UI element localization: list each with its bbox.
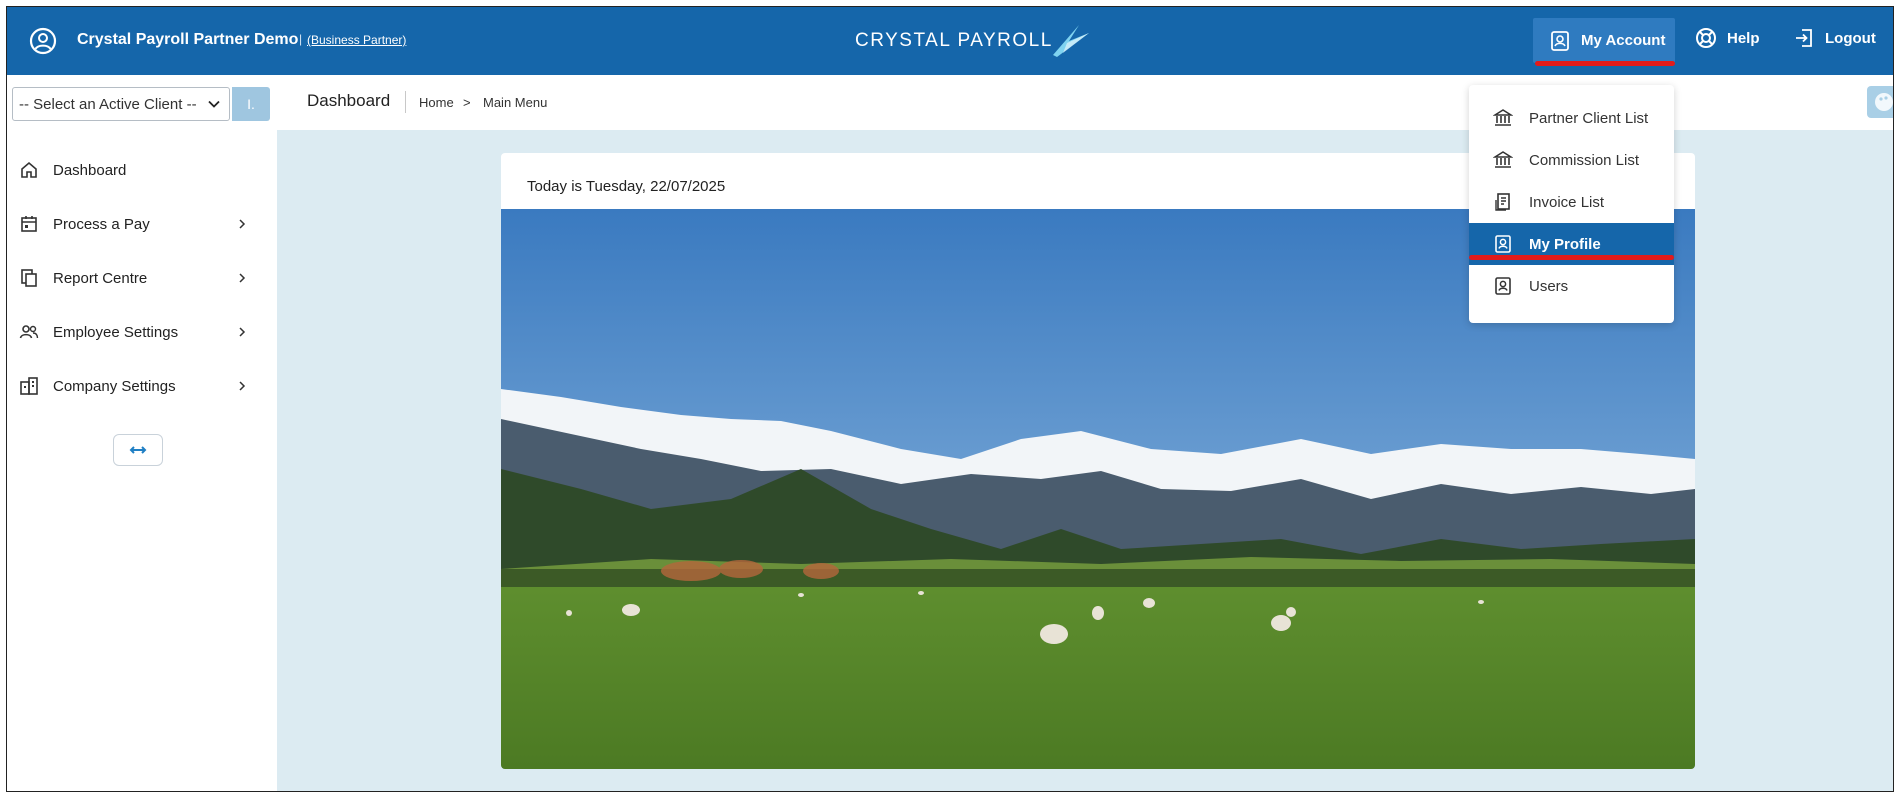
lightning-icon: [1052, 25, 1089, 57]
menu-item-label: Commission List: [1529, 151, 1640, 169]
user-circle-icon[interactable]: [29, 27, 57, 55]
sidebar-item-report-centre[interactable]: Report Centre: [7, 258, 277, 298]
menu-item-label: My Profile: [1529, 235, 1601, 253]
palette-icon: [1875, 93, 1893, 111]
sidebar-item-label: Dashboard: [53, 161, 127, 179]
sidebar-item-dashboard[interactable]: Dashboard: [7, 150, 277, 190]
sidebar-item-employee-settings[interactable]: Employee Settings: [7, 312, 277, 352]
my-account-button[interactable]: My Account: [1533, 18, 1675, 63]
bank-icon: [1493, 151, 1513, 168]
help-label: Help: [1727, 29, 1760, 47]
double-arrow-icon: [129, 446, 147, 454]
menu-item-label: Invoice List: [1529, 193, 1605, 211]
menu-item-users[interactable]: Users: [1469, 265, 1674, 307]
logout-button[interactable]: Logout: [1793, 27, 1876, 49]
calendar-icon: [21, 216, 37, 232]
sidebar-collapse-button[interactable]: [113, 434, 163, 466]
invoice-icon: [1495, 193, 1510, 211]
sidebar-item-process-a-pay[interactable]: Process a Pay: [7, 204, 277, 244]
highlight-underline: [1469, 255, 1674, 260]
account-dropdown-menu: Partner Client List Commission List Invo…: [1469, 85, 1674, 323]
sidebar-item-label: Report Centre: [53, 269, 148, 287]
menu-item-partner-client-list[interactable]: Partner Client List: [1469, 97, 1674, 139]
breadcrumb-divider: [405, 91, 406, 113]
breadcrumb-current: Main Menu: [483, 95, 548, 110]
profile-icon: [1495, 235, 1511, 253]
company-name: Crystal Payroll Partner Demo: [77, 31, 299, 48]
sidebar-item-label: Company Settings: [53, 377, 176, 395]
menu-item-label: Partner Client List: [1529, 109, 1649, 127]
top-header: Crystal Payroll Partner Demo | (Business…: [7, 7, 1893, 75]
chevron-right-icon: [239, 273, 246, 283]
app-window: Crystal Payroll Partner Demo | (Business…: [6, 6, 1894, 792]
chevron-right-icon: [239, 327, 246, 337]
documents-icon: [21, 269, 37, 287]
header-separator: |: [299, 32, 303, 46]
sidebar: -- Select an Active Client -- I. Dashboa…: [7, 75, 277, 791]
page-title: Dashboard: [307, 91, 391, 110]
breadcrumb-home-link[interactable]: Home: [419, 95, 454, 110]
sidebar-item-label: Employee Settings: [53, 323, 179, 341]
today-date: Today is Tuesday, 22/07/2025: [527, 178, 726, 195]
building-icon: [20, 377, 38, 395]
profile-icon: [1495, 277, 1511, 295]
active-client-value: -- Select an Active Client --: [19, 95, 197, 113]
client-go-button[interactable]: I.: [232, 87, 270, 121]
my-account-label: My Account: [1581, 32, 1666, 49]
highlight-underline: [1535, 61, 1675, 66]
chevron-right-icon: [239, 219, 246, 229]
palette-button[interactable]: [1867, 86, 1893, 118]
help-button[interactable]: Help: [1695, 27, 1760, 49]
brand-text: CRYSTAL PAYROLL: [855, 30, 1053, 51]
bank-icon: [1493, 109, 1513, 126]
breadcrumb-arrow: >: [463, 95, 471, 110]
account-badge-icon: [1551, 30, 1569, 51]
sidebar-item-company-settings[interactable]: Company Settings: [7, 366, 277, 406]
chevron-down-icon: [208, 100, 220, 108]
sidebar-item-label: Process a Pay: [53, 215, 150, 233]
people-icon: [19, 325, 39, 339]
active-client-select[interactable]: -- Select an Active Client --: [12, 87, 230, 121]
chevron-right-icon: [239, 381, 246, 391]
brand-logo[interactable]: CRYSTAL PAYROLL: [855, 21, 1093, 61]
menu-item-commission-list[interactable]: Commission List: [1469, 139, 1674, 181]
lifebuoy-icon: [1696, 28, 1716, 48]
logout-label: Logout: [1825, 29, 1876, 47]
menu-item-invoice-list[interactable]: Invoice List: [1469, 181, 1674, 223]
business-partner-link[interactable]: (Business Partner): [307, 33, 406, 47]
logout-icon: [1796, 29, 1812, 47]
home-icon: [21, 161, 37, 178]
menu-item-label: Users: [1529, 277, 1569, 295]
